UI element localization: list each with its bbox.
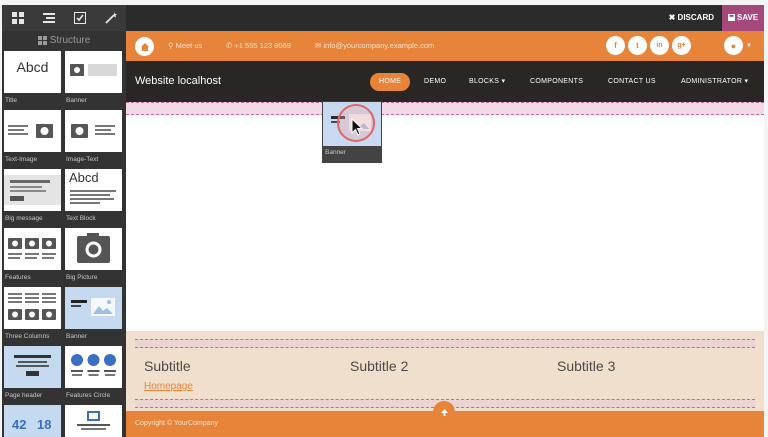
globe-icon: ● xyxy=(724,36,743,55)
banner-thumb xyxy=(65,51,122,93)
snippet-title[interactable]: Abcd Title xyxy=(4,51,61,108)
text-block-thumb: Abcd xyxy=(65,169,122,211)
magic-wand-icon[interactable] xyxy=(95,5,126,31)
snippet-page-header[interactable]: Page header xyxy=(4,346,61,403)
nav-home[interactable]: HOME xyxy=(370,73,411,91)
snippet-banner-selected[interactable]: Banner xyxy=(65,287,122,344)
snippet-features[interactable]: Features xyxy=(4,228,61,285)
editor-topbar: ✖ DISCARD SAVE xyxy=(126,5,764,31)
options-icon[interactable] xyxy=(33,5,64,31)
snippet-features-circle[interactable]: Features Circle xyxy=(65,346,122,403)
editor-toolbar xyxy=(2,5,126,31)
sidebar-title: Structure xyxy=(2,31,126,50)
big-picture-thumb xyxy=(65,228,122,270)
structure-icon xyxy=(37,36,47,45)
phone-text: ✆ +1 555 123 8069 xyxy=(226,41,291,50)
subtitle-1: Subtitle xyxy=(144,358,191,374)
home-icon[interactable] xyxy=(135,37,154,56)
save-icon xyxy=(727,14,735,21)
copyright-text: Copyright © YourCompany xyxy=(135,420,218,427)
snippet-image-text[interactable]: Image-Text xyxy=(65,110,122,167)
snippets-sidebar: Structure Abcd Title Banner Text-Image I… xyxy=(2,31,126,437)
subtitle-3: Subtitle 3 xyxy=(557,358,616,374)
meet-us-link[interactable]: ⚲ Meet us xyxy=(168,31,202,61)
image-text-thumb xyxy=(65,110,122,152)
page-header-thumb xyxy=(4,346,61,388)
title-thumb: Abcd xyxy=(4,51,61,93)
language-selector[interactable]: ● ▼ xyxy=(724,36,754,55)
snippet-three-columns[interactable]: Three Columns xyxy=(4,287,61,344)
email-link[interactable]: ✉ info@yourcompany.example.com xyxy=(315,31,434,61)
nav-components[interactable]: COMPONENTS xyxy=(530,73,583,91)
snippet-image-gallery[interactable] xyxy=(65,405,122,437)
arrow-up-icon xyxy=(440,408,448,416)
snippet-text-image[interactable]: Text-Image xyxy=(4,110,61,167)
twitter-icon[interactable]: t xyxy=(628,36,647,55)
counters-thumb: 42 18 xyxy=(4,405,61,437)
three-columns-thumb xyxy=(4,287,61,329)
homepage-link[interactable]: Homepage xyxy=(144,381,193,392)
phone-icon: ✆ xyxy=(226,41,233,50)
snippet-banner[interactable]: Banner xyxy=(65,51,122,108)
envelope-icon: ✉ xyxy=(315,41,322,50)
contact-bar: ⚲ Meet us ✆ +1 555 123 8069 ✉ info@yourc… xyxy=(126,31,764,61)
checkbox-icon[interactable] xyxy=(64,5,95,31)
discard-button[interactable]: ✖ DISCARD xyxy=(669,5,714,31)
big-message-thumb xyxy=(4,169,61,211)
nav-contact-us[interactable]: CONTACT US xyxy=(608,73,656,91)
footer: Copyright © YourCompany xyxy=(126,401,764,437)
snippet-counters[interactable]: 42 18 xyxy=(4,405,61,437)
drop-zone-top[interactable] xyxy=(126,102,764,115)
linkedin-icon[interactable]: in xyxy=(650,36,669,55)
subtitles-section: Subtitle Subtitle 2 Subtitle 3 Homepage xyxy=(126,331,764,411)
subtitle-2: Subtitle 2 xyxy=(350,358,409,374)
blocks-icon[interactable] xyxy=(2,5,33,31)
chevron-down-icon: ▼ xyxy=(746,42,752,49)
banner-thumb-selected xyxy=(65,287,122,329)
scroll-top-button[interactable] xyxy=(433,401,455,423)
website-preview: ⚲ Meet us ✆ +1 555 123 8069 ✉ info@yourc… xyxy=(126,31,764,437)
mouse-cursor-icon xyxy=(351,118,364,136)
main-navbar: Website localhost HOME DEMO BLOCKS ▾ COM… xyxy=(126,61,764,102)
google-plus-icon[interactable]: g+ xyxy=(672,36,691,55)
facebook-icon[interactable]: f xyxy=(606,36,625,55)
text-image-thumb xyxy=(4,110,61,152)
nav-administrator[interactable]: ADMINISTRATOR ▾ xyxy=(681,73,748,91)
snippet-big-message[interactable]: Big message xyxy=(4,169,61,226)
features-thumb xyxy=(4,228,61,270)
drop-zone-middle[interactable] xyxy=(135,339,755,348)
editor-frame: Structure Abcd Title Banner Text-Image I… xyxy=(0,0,768,437)
save-button[interactable]: SAVE xyxy=(722,5,764,31)
snippet-text-block[interactable]: Abcd Text Block xyxy=(65,169,122,226)
nav-blocks[interactable]: BLOCKS ▾ xyxy=(469,73,505,91)
image-gallery-thumb xyxy=(65,405,122,437)
site-brand[interactable]: Website localhost xyxy=(135,61,221,102)
map-marker-icon: ⚲ xyxy=(168,41,174,50)
snippet-big-picture[interactable]: Big Picture xyxy=(65,228,122,285)
nav-demo[interactable]: DEMO xyxy=(424,73,446,91)
features-circle-thumb xyxy=(65,346,122,388)
empty-content-area xyxy=(126,115,764,331)
